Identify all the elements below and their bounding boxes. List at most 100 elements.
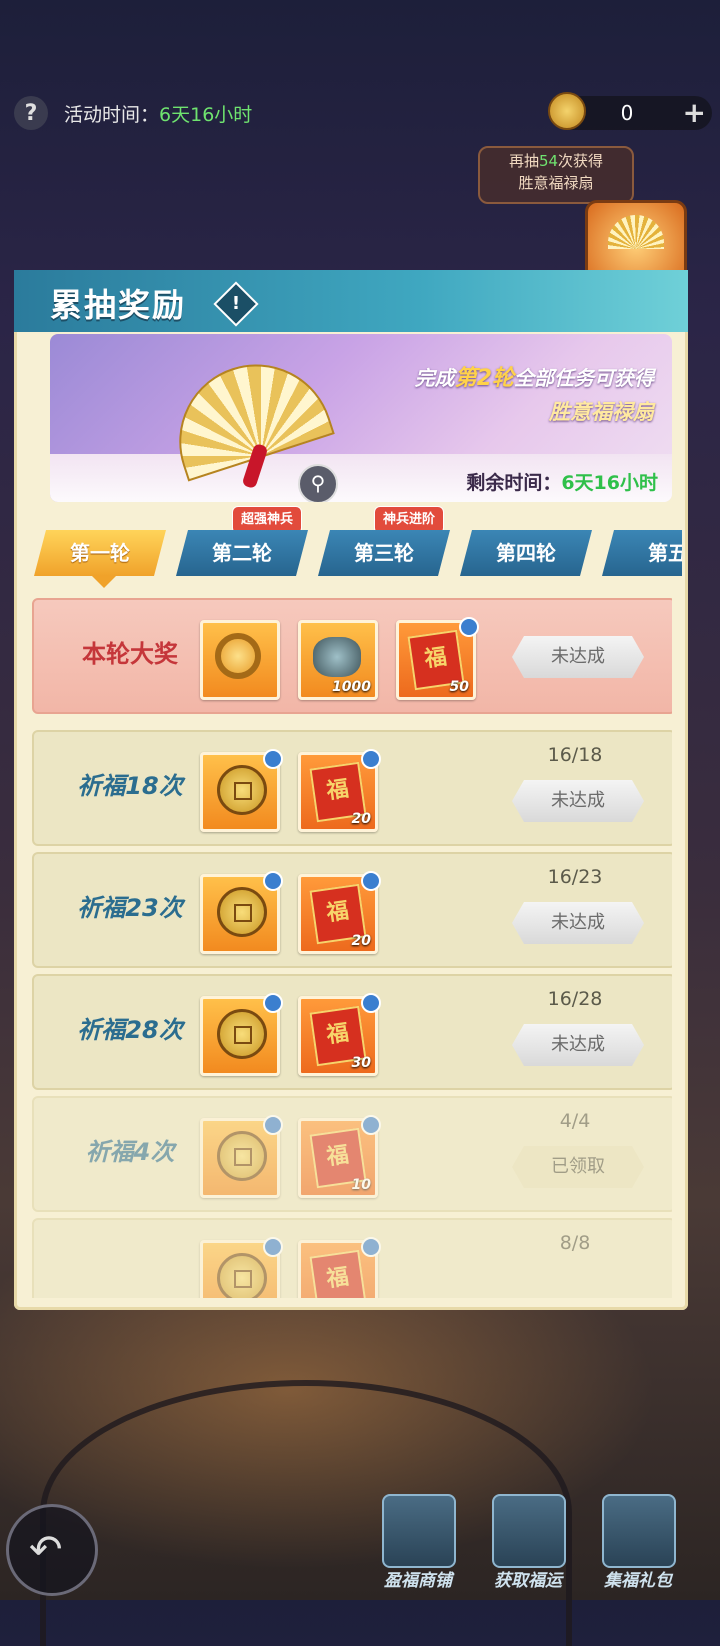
tab-round-1[interactable]: 第一轮 bbox=[34, 530, 166, 576]
nav-shop-label: 盈福商铺 bbox=[384, 1571, 452, 1591]
coin-icon bbox=[217, 1009, 267, 1059]
timed-clock-icon bbox=[263, 993, 283, 1013]
row-label: 祈福4次 bbox=[85, 1138, 175, 1166]
round-tabs: 第一轮 第二轮 第三轮 第四轮 第五 bbox=[34, 530, 682, 590]
back-button[interactable]: ↶ bbox=[6, 1504, 98, 1596]
activity-time-value: 6天16小时 bbox=[159, 104, 253, 126]
row-progress: 16/23 bbox=[547, 866, 603, 888]
reward-item-coin[interactable] bbox=[200, 1237, 283, 1298]
item-qty: 10 bbox=[351, 1177, 371, 1193]
reward-row-23: 祈福23次 福 20 16/23 未达成 bbox=[32, 852, 672, 968]
reward-item-fu-card[interactable]: 福 10 bbox=[298, 1115, 381, 1198]
currency-count: 0 bbox=[620, 101, 634, 125]
info-icon: ! bbox=[231, 293, 241, 314]
remaining-time-label: 剩余时间： bbox=[466, 472, 562, 494]
nav-get-fortune[interactable]: 获取福运 bbox=[478, 1494, 578, 1594]
reward-item-coin[interactable] bbox=[200, 993, 283, 1076]
status-button[interactable]: 未达成 bbox=[512, 902, 644, 944]
reward-row-grand: 本轮大奖 1000 福 50 未达成 bbox=[32, 598, 672, 714]
tab-round-2[interactable]: 第二轮 bbox=[176, 530, 308, 576]
timed-clock-icon bbox=[361, 1115, 381, 1135]
shop-chest-icon bbox=[382, 1494, 456, 1568]
reward-item-fu-card[interactable]: 福 bbox=[298, 1237, 381, 1298]
reward-item-fu-card[interactable]: 福 30 bbox=[298, 993, 381, 1076]
fu-card-icon: 福 bbox=[309, 1249, 367, 1298]
tab-round-3[interactable]: 第三轮 bbox=[318, 530, 450, 576]
coin-icon bbox=[217, 1253, 267, 1298]
status-button[interactable]: 已领取 bbox=[512, 1146, 644, 1188]
item-qty: 1000 bbox=[332, 679, 371, 695]
status-button[interactable]: 未达成 bbox=[512, 1024, 644, 1066]
timed-clock-icon bbox=[361, 993, 381, 1013]
row-progress: 16/28 bbox=[547, 988, 603, 1010]
reward-item-fu-card[interactable]: 福 20 bbox=[298, 871, 381, 954]
reward-item-ore[interactable]: 1000 bbox=[298, 620, 378, 700]
reward-item-coin[interactable] bbox=[200, 871, 283, 954]
currency-bar: 0 + bbox=[548, 92, 712, 130]
activity-time: 活动时间：6天16小时 bbox=[64, 100, 252, 127]
row-label: 祈福18次 bbox=[77, 772, 183, 800]
reward-item-fu-card[interactable]: 福 50 bbox=[396, 617, 479, 700]
tip-suffix: 次获得 bbox=[558, 152, 604, 170]
reward-item-coin[interactable] bbox=[200, 1115, 283, 1198]
item-qty: 50 bbox=[449, 679, 469, 695]
ore-icon bbox=[313, 637, 361, 677]
coin-icon bbox=[217, 765, 267, 815]
tip-number: 54 bbox=[538, 152, 559, 170]
reward-item-ring[interactable] bbox=[200, 620, 280, 700]
activity-time-label: 活动时间： bbox=[64, 104, 160, 126]
item-qty: 30 bbox=[351, 1055, 371, 1071]
tab-round-5[interactable]: 第五 bbox=[602, 530, 682, 576]
nav-shop[interactable]: 盈福商铺 bbox=[368, 1494, 468, 1594]
banner-prize-name: 胜意福禄扇 bbox=[549, 400, 654, 424]
reward-item-fu-card[interactable]: 福 20 bbox=[298, 749, 381, 832]
tab-round-4[interactable]: 第四轮 bbox=[460, 530, 592, 576]
help-button[interactable]: ? bbox=[14, 96, 48, 130]
panel-header: 累抽奖励 ! bbox=[14, 270, 688, 332]
reward-item-coin[interactable] bbox=[200, 749, 283, 832]
fortune-book-icon bbox=[492, 1494, 566, 1568]
row-label: 本轮大奖 bbox=[82, 640, 178, 668]
fortune-coin-icon bbox=[548, 92, 586, 130]
timed-clock-icon bbox=[263, 1237, 283, 1257]
timed-clock-icon bbox=[263, 749, 283, 769]
banner-condition-pre: 完成 bbox=[414, 366, 455, 390]
fan-icon bbox=[608, 215, 664, 249]
nav-get-fortune-label: 获取福运 bbox=[494, 1571, 562, 1591]
row-progress: 8/8 bbox=[559, 1232, 591, 1254]
tip-reward-name: 胜意福禄扇 bbox=[518, 174, 594, 192]
gift-box-icon bbox=[602, 1494, 676, 1568]
timed-clock-icon bbox=[263, 1115, 283, 1135]
row-progress: 16/18 bbox=[547, 744, 603, 766]
item-qty: 20 bbox=[351, 811, 371, 827]
banner-condition-post: 全部任务可获得 bbox=[514, 366, 654, 390]
cumulative-reward-panel: 累抽奖励 ! ⚲ 完成第2轮全部任务可获得 胜意福禄扇 剩余时间：6天16小时 … bbox=[14, 270, 688, 1310]
nav-gift-pack[interactable]: 集福礼包 bbox=[588, 1494, 688, 1594]
status-button[interactable]: 未达成 bbox=[512, 780, 644, 822]
row-label: 祈福28次 bbox=[77, 1016, 183, 1044]
back-arrow-icon: ↶ bbox=[29, 1527, 63, 1573]
add-currency-button[interactable]: + bbox=[683, 96, 706, 129]
reward-row-8: 福 8/8 bbox=[32, 1218, 672, 1298]
grand-prize-banner: ⚲ 完成第2轮全部任务可获得 胜意福禄扇 剩余时间：6天16小时 bbox=[50, 334, 672, 502]
coin-icon bbox=[217, 887, 267, 937]
active-tab-pointer bbox=[92, 576, 116, 588]
timed-clock-icon bbox=[361, 749, 381, 769]
row-progress: 4/4 bbox=[559, 1110, 591, 1132]
nav-gift-pack-label: 集福礼包 bbox=[604, 1571, 672, 1591]
magnify-icon[interactable]: ⚲ bbox=[298, 464, 338, 502]
status-button[interactable]: 未达成 bbox=[512, 636, 644, 678]
row-label: 祈福23次 bbox=[77, 894, 183, 922]
banner-condition: 完成第2轮全部任务可获得 bbox=[415, 360, 654, 392]
timed-clock-icon bbox=[263, 871, 283, 891]
remaining-time-value: 6天16小时 bbox=[561, 472, 658, 494]
reward-list[interactable]: 本轮大奖 1000 福 50 未达成 祈福18次 福 20 16/18 未达成 祈福… bbox=[32, 598, 672, 1298]
reward-row-28: 祈福28次 福 30 16/28 未达成 bbox=[32, 974, 672, 1090]
coin-icon bbox=[217, 1131, 267, 1181]
tip-prefix: 再抽 bbox=[508, 152, 539, 170]
item-qty: 20 bbox=[351, 933, 371, 949]
info-button[interactable]: ! bbox=[213, 281, 259, 327]
ring-icon bbox=[215, 633, 261, 679]
reward-row-18: 祈福18次 福 20 16/18 未达成 bbox=[32, 730, 672, 846]
remaining-time: 剩余时间：6天16小时 bbox=[466, 468, 658, 495]
